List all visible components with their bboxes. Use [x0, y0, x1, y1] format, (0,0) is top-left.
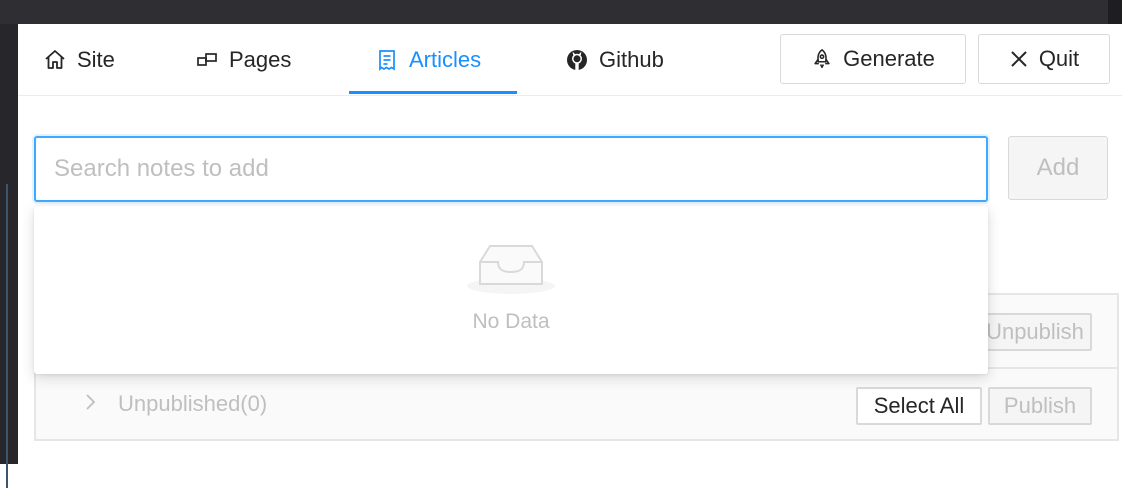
generate-label: Generate — [843, 46, 935, 71]
inbox-icon — [466, 234, 556, 301]
search-notes-input[interactable] — [34, 136, 988, 202]
tab-pages-label: Pages — [229, 46, 292, 72]
close-icon — [1009, 49, 1029, 69]
left-edge-line — [6, 184, 8, 488]
rocket-icon — [811, 48, 833, 70]
unpublished-panel-title[interactable]: Unpublished(0) — [118, 391, 267, 417]
tab-github-label: Github — [599, 46, 664, 72]
quit-button[interactable]: Quit — [978, 34, 1110, 84]
quit-label: Quit — [1038, 46, 1080, 71]
unpublish-button[interactable]: Unpublish — [978, 313, 1092, 351]
tab-github[interactable]: Github — [564, 24, 664, 95]
github-icon — [564, 47, 590, 73]
tab-site[interactable]: Site — [42, 24, 115, 95]
home-icon — [42, 47, 68, 73]
tab-articles-label: Articles — [409, 46, 482, 72]
tab-articles[interactable]: Articles — [374, 24, 481, 95]
tab-pages[interactable]: Pages — [194, 24, 291, 95]
publish-button[interactable]: Publish — [988, 387, 1092, 425]
window-titlebar — [0, 0, 1122, 24]
add-button[interactable]: Add — [1008, 136, 1108, 200]
pages-icon — [194, 47, 220, 73]
search-dropdown: No Data — [34, 206, 988, 374]
left-edge-strip — [0, 24, 18, 488]
generate-button[interactable]: Generate — [780, 34, 966, 84]
app-window: Site Pages Articles Github Generate Quit… — [18, 24, 1122, 464]
titlebar-edge — [1108, 0, 1122, 24]
tab-bar: Site Pages Articles Github Generate Quit — [18, 24, 1122, 96]
empty-state-text: No Data — [472, 310, 550, 333]
chevron-right-icon[interactable] — [82, 393, 98, 416]
tab-site-label: Site — [77, 46, 115, 72]
select-all-button[interactable]: Select All — [856, 387, 982, 425]
active-tab-indicator — [349, 91, 517, 94]
document-icon — [374, 47, 400, 73]
